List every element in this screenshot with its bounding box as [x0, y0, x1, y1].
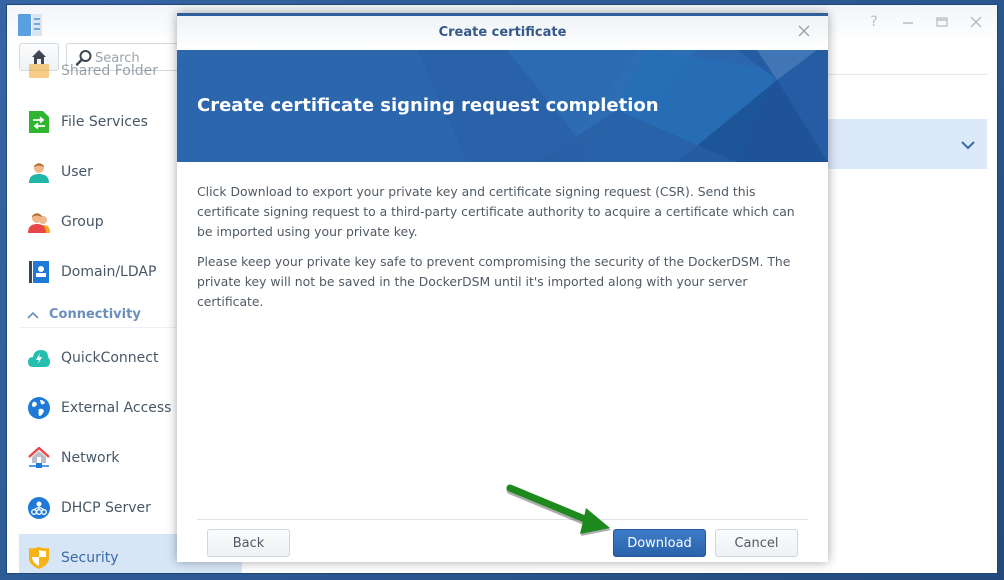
security-icon — [27, 546, 51, 570]
chevron-down-icon[interactable] — [961, 135, 975, 154]
dhcp-server-icon — [27, 496, 51, 520]
help-icon[interactable]: ? — [867, 15, 881, 29]
file-services-icon — [27, 110, 51, 134]
window-controls: ? — [867, 15, 983, 29]
annotation-arrow-icon — [506, 484, 611, 536]
dialog-titlebar: Create certificate — [177, 16, 828, 50]
quickconnect-icon — [27, 346, 51, 370]
external-access-icon — [27, 396, 51, 420]
maximize-icon[interactable] — [935, 15, 949, 29]
domain-ldap-icon — [27, 260, 51, 284]
dialog-banner: Create certificate signing request compl… — [177, 50, 828, 162]
banner-title: Create certificate signing request compl… — [197, 95, 659, 116]
user-icon — [27, 160, 51, 184]
network-icon — [27, 446, 51, 470]
dialog-title: Create certificate — [438, 25, 567, 40]
cancel-button[interactable]: Cancel — [715, 529, 798, 557]
instruction-paragraph: Click Download to export your private ke… — [197, 184, 795, 239]
group-icon — [27, 210, 51, 234]
dialog-close-icon[interactable] — [796, 23, 812, 43]
dialog-body: Click Download to export your private ke… — [197, 182, 806, 322]
shared-folder-icon — [27, 61, 51, 83]
chevron-up-icon — [27, 308, 39, 322]
warning-paragraph: Please keep your private key safe to pre… — [197, 254, 791, 309]
window-close-icon[interactable] — [969, 15, 983, 29]
download-button[interactable]: Download — [613, 529, 706, 557]
minimize-icon[interactable] — [901, 15, 915, 29]
control-panel-app-icon — [18, 14, 42, 36]
back-button[interactable]: Back — [207, 529, 290, 557]
